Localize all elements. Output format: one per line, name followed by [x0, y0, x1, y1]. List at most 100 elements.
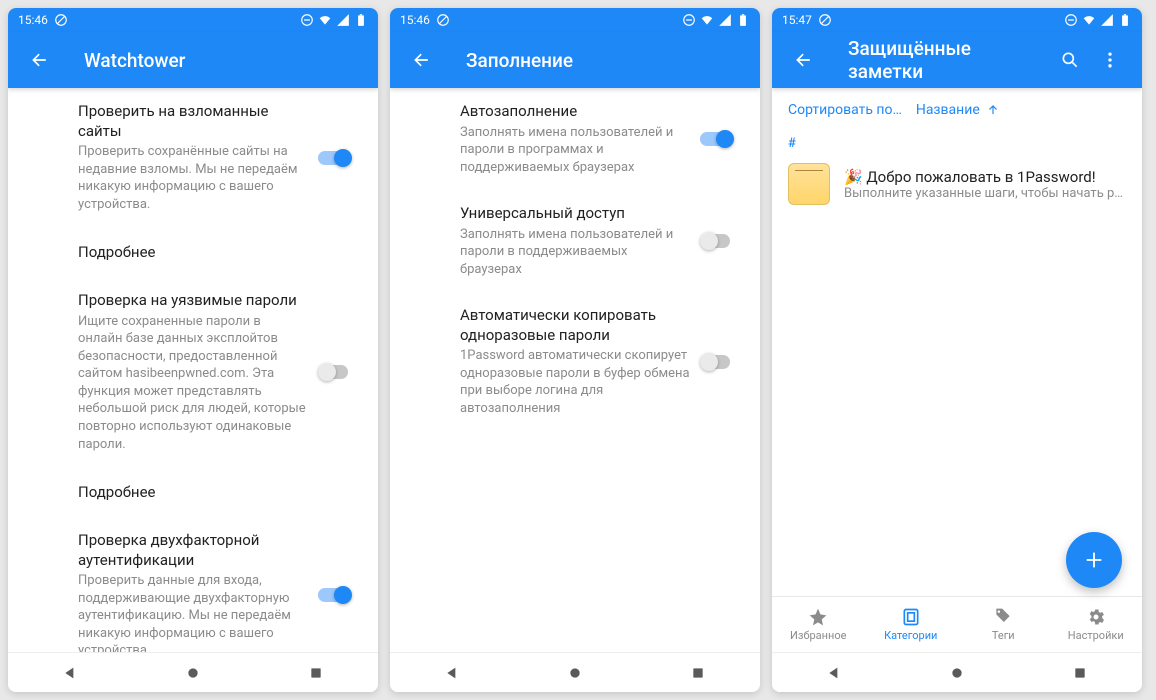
- status-bar: 15:46: [390, 8, 760, 32]
- screen-filling: 15:46 Заполнение Автозаполнение Заполнят…: [390, 8, 760, 692]
- triangle-back-icon: [826, 665, 842, 681]
- star-icon: [808, 607, 828, 627]
- setting-breached-sites[interactable]: Проверить на взломанные сайты Проверить …: [8, 88, 378, 227]
- tab-label: Настройки: [1068, 629, 1124, 642]
- nav-home-button[interactable]: [927, 665, 987, 681]
- learn-more-link[interactable]: Подробнее: [8, 467, 378, 517]
- do-not-disturb-icon: [818, 13, 832, 27]
- tag-icon: [993, 607, 1013, 627]
- app-bar: Защищённые заметки: [772, 32, 1142, 88]
- tab-label: Теги: [992, 629, 1015, 642]
- minus-circle-icon: [682, 13, 696, 27]
- sort-field-label: Название: [916, 102, 980, 118]
- setting-accessibility[interactable]: Универсальный доступ Заполнять имена пол…: [390, 190, 760, 292]
- fab-add-button[interactable]: [1066, 532, 1122, 588]
- arrow-back-icon: [794, 50, 814, 70]
- switch-autofill[interactable]: [700, 129, 734, 149]
- status-time: 15:46: [400, 13, 430, 27]
- setting-title: Проверка на уязвимые пароли: [78, 291, 308, 311]
- note-item[interactable]: 🎉 Добро пожаловать в 1Password! Выполнит…: [772, 155, 1142, 213]
- app-bar: Watchtower: [8, 32, 378, 88]
- setting-subtitle: Ищите сохраненные пароли в онлайн базе д…: [78, 313, 308, 453]
- sort-bar[interactable]: Сортировать по… Название: [772, 88, 1142, 132]
- nav-back-button[interactable]: [40, 665, 100, 681]
- square-recent-icon: [690, 665, 706, 681]
- learn-more-link[interactable]: Подробнее: [8, 227, 378, 277]
- square-recent-icon: [1072, 665, 1088, 681]
- status-time: 15:46: [18, 13, 48, 27]
- bottom-nav: Избранное Категории Теги Настройки: [772, 596, 1142, 652]
- do-not-disturb-icon: [54, 13, 68, 27]
- do-not-disturb-icon: [436, 13, 450, 27]
- switch-two-factor[interactable]: [318, 585, 352, 605]
- tab-favorites[interactable]: Избранное: [772, 597, 865, 652]
- search-button[interactable]: [1050, 40, 1090, 80]
- setting-vulnerable-passwords[interactable]: Проверка на уязвимые пароли Ищите сохран…: [8, 277, 378, 467]
- android-nav-bar: [8, 652, 378, 692]
- battery-icon: [354, 13, 368, 27]
- nav-back-button[interactable]: [422, 665, 482, 681]
- battery-icon: [1118, 13, 1132, 27]
- back-button[interactable]: [20, 40, 60, 80]
- note-icon: [788, 163, 830, 205]
- page-title: Watchtower: [84, 49, 366, 72]
- triangle-back-icon: [444, 665, 460, 681]
- triangle-back-icon: [62, 665, 78, 681]
- battery-icon: [736, 13, 750, 27]
- setting-subtitle: 1Password автоматически скопирует однора…: [460, 347, 690, 417]
- app-bar: Заполнение: [390, 32, 760, 88]
- switch-breached-sites[interactable]: [318, 148, 352, 168]
- signal-icon: [336, 13, 350, 27]
- arrow-back-icon: [412, 50, 432, 70]
- search-icon: [1060, 50, 1080, 70]
- overflow-button[interactable]: [1090, 40, 1130, 80]
- setting-subtitle: Заполнять имена пользователей и пароли в…: [460, 124, 690, 177]
- tab-tags[interactable]: Теги: [957, 597, 1050, 652]
- setting-title: Универсальный доступ: [460, 204, 690, 224]
- circle-home-icon: [949, 665, 965, 681]
- setting-title: Проверка двухфакторной аутентификации: [78, 531, 308, 570]
- signal-icon: [718, 13, 732, 27]
- circle-home-icon: [567, 665, 583, 681]
- setting-copy-otp[interactable]: Автоматически копировать одноразовые пар…: [390, 292, 760, 431]
- android-nav-bar: [772, 652, 1142, 692]
- circle-home-icon: [185, 665, 201, 681]
- setting-subtitle: Проверить данные для входа, поддерживающ…: [78, 572, 308, 652]
- switch-copy-otp[interactable]: [700, 352, 734, 372]
- nav-home-button[interactable]: [163, 665, 223, 681]
- categories-icon: [901, 607, 921, 627]
- nav-back-button[interactable]: [804, 665, 864, 681]
- sort-field[interactable]: Название: [916, 102, 1000, 118]
- setting-two-factor[interactable]: Проверка двухфакторной аутентификации Пр…: [8, 517, 378, 652]
- setting-title: Автоматически копировать одноразовые пар…: [460, 306, 690, 345]
- status-bar: 15:46: [8, 8, 378, 32]
- page-title: Заполнение: [466, 49, 748, 72]
- wifi-icon: [1082, 13, 1096, 27]
- setting-subtitle: Проверить сохранённые сайты на недавние …: [78, 143, 308, 213]
- tab-settings[interactable]: Настройки: [1050, 597, 1143, 652]
- setting-autofill[interactable]: Автозаполнение Заполнять имена пользоват…: [390, 88, 760, 190]
- nav-recent-button[interactable]: [668, 665, 728, 681]
- wifi-icon: [700, 13, 714, 27]
- notes-content: Сортировать по… Название # 🎉 Добро пожал…: [772, 88, 1142, 596]
- nav-recent-button[interactable]: [286, 665, 346, 681]
- setting-title: Автозаполнение: [460, 102, 690, 122]
- tab-categories[interactable]: Категории: [865, 597, 958, 652]
- back-button[interactable]: [784, 40, 824, 80]
- status-bar: 15:47: [772, 8, 1142, 32]
- plus-icon: [1083, 549, 1105, 571]
- back-button[interactable]: [402, 40, 442, 80]
- more-vert-icon: [1100, 50, 1120, 70]
- setting-subtitle: Заполнять имена пользователей и пароли в…: [460, 226, 690, 279]
- nav-home-button[interactable]: [545, 665, 605, 681]
- nav-recent-button[interactable]: [1050, 665, 1110, 681]
- arrow-back-icon: [30, 50, 50, 70]
- gear-icon: [1086, 607, 1106, 627]
- switch-accessibility[interactable]: [700, 231, 734, 251]
- status-time: 15:47: [782, 13, 812, 27]
- sort-by-label: Сортировать по…: [788, 102, 902, 118]
- switch-vulnerable-passwords[interactable]: [318, 362, 352, 382]
- square-recent-icon: [308, 665, 324, 681]
- tab-label: Избранное: [790, 629, 846, 642]
- signal-icon: [1100, 13, 1114, 27]
